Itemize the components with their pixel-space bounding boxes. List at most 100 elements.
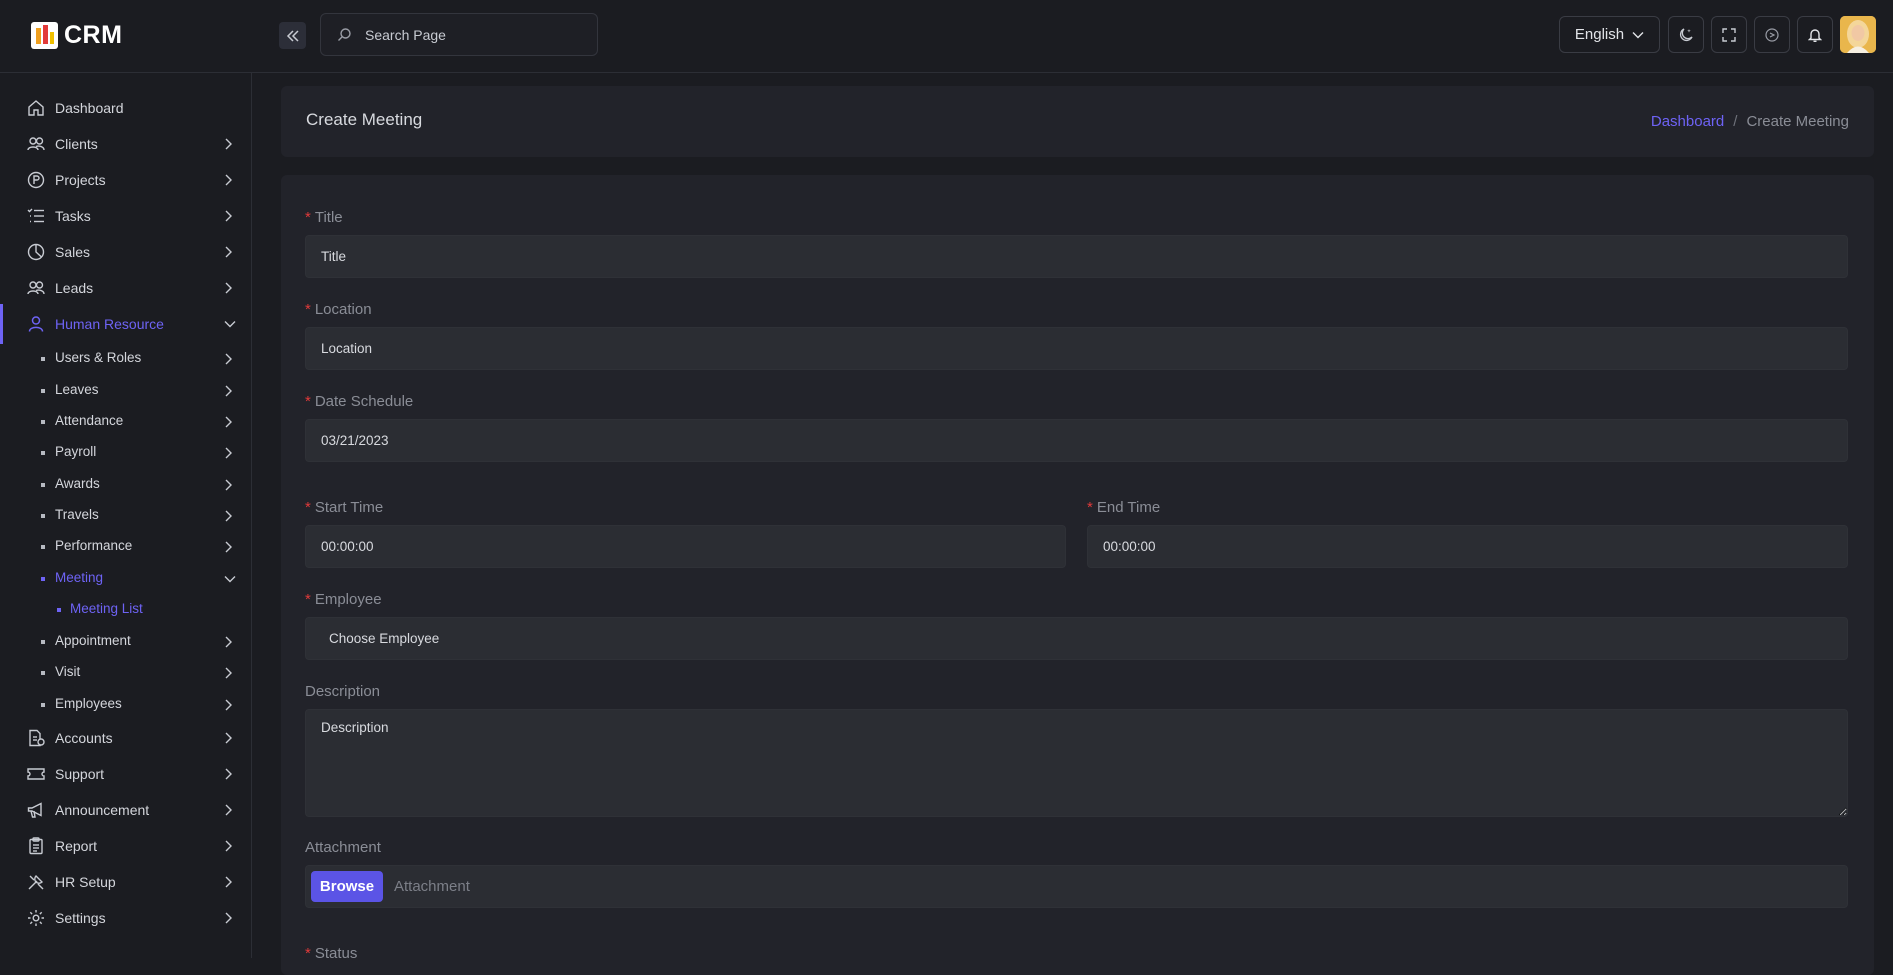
end-time-input[interactable] [1087, 525, 1848, 568]
chevron-down-icon [224, 575, 236, 583]
language-select[interactable]: English [1559, 16, 1660, 53]
date-schedule-input[interactable] [305, 419, 1848, 462]
sidebar-item-tasks[interactable]: Tasks [0, 201, 251, 231]
user-avatar[interactable] [1840, 16, 1876, 53]
description-textarea[interactable] [305, 709, 1848, 817]
sidebar-item-announcement[interactable]: Announcement [0, 795, 251, 825]
sidebar-item-accounts[interactable]: Accounts [0, 723, 251, 753]
chevron-right-icon [224, 479, 232, 491]
quick-action-button[interactable] [1754, 16, 1790, 53]
sidebar-subitem-meeting[interactable]: Meeting [0, 564, 251, 592]
chevron-right-icon [224, 912, 232, 924]
sidebar-collapse-button[interactable] [279, 22, 306, 49]
sidebar-subitem-meeting-list[interactable]: Meeting List [0, 595, 251, 623]
chevron-right-icon [224, 840, 232, 852]
sidebar-subitem-label: Performance [55, 538, 133, 553]
sidebar-item-label: Dashboard [55, 100, 124, 116]
gear-icon [27, 909, 45, 927]
bullet [41, 451, 45, 455]
description-label: Description [305, 683, 380, 700]
attachment-label: Attachment [305, 839, 381, 856]
chevron-right-icon [224, 416, 232, 428]
search-box[interactable] [320, 13, 598, 56]
attachment-file-input[interactable]: Browse Attachment [305, 865, 1848, 908]
home-icon [27, 99, 45, 117]
search-input[interactable] [365, 26, 565, 43]
sidebar-item-dashboard[interactable]: Dashboard [0, 93, 251, 123]
attachment-placeholder: Attachment [394, 878, 470, 895]
chevron-right-icon [224, 138, 232, 150]
sidebar-item-leads[interactable]: Leads [0, 273, 251, 303]
breadcrumb-home-link[interactable]: Dashboard [1651, 113, 1724, 130]
sidebar-subitem-awards[interactable]: Awards [0, 470, 251, 498]
bell-icon [1808, 28, 1822, 42]
app-logo[interactable]: CRM [31, 21, 122, 50]
breadcrumb: Dashboard / Create Meeting [1651, 113, 1849, 130]
sidebar-subitem-performance[interactable]: Performance [0, 532, 251, 560]
required-mark: * [305, 499, 311, 516]
sidebar-subitem-label: Meeting List [70, 601, 143, 616]
browse-button[interactable]: Browse [311, 871, 383, 902]
sidebar-item-human-resource[interactable]: Human Resource [0, 304, 251, 344]
sidebar-item-label: Support [55, 766, 105, 782]
sidebar-item-label: Clients [55, 136, 98, 152]
sidebar-subitem-attendance[interactable]: Attendance [0, 407, 251, 435]
sidebar-subitem-payroll[interactable]: Payroll [0, 438, 251, 466]
sidebar-subitem-label: Leaves [55, 382, 99, 397]
field-label-text: Employee [314, 591, 382, 608]
field-label-text: Status [314, 945, 358, 962]
sidebar-subitem-appointment[interactable]: Appointment [0, 627, 251, 655]
sidebar-subitem-visit[interactable]: Visit [0, 658, 251, 686]
top-header: CRM English [0, 0, 1893, 73]
bullet [41, 357, 45, 361]
sidebar-item-label: HR Setup [55, 874, 116, 890]
bullet [41, 640, 45, 644]
breadcrumb-separator: / [1733, 113, 1738, 130]
bullet [41, 483, 45, 487]
notifications-button[interactable] [1797, 16, 1833, 53]
sidebar-item-settings[interactable]: Settings [0, 903, 251, 933]
projects-icon [27, 171, 45, 189]
chevron-right-icon [224, 510, 232, 522]
sidebar-item-report[interactable]: Report [0, 831, 251, 861]
sidebar-subitem-label: Travels [55, 507, 99, 522]
theme-toggle-button[interactable] [1668, 16, 1704, 53]
sidebar-item-clients[interactable]: Clients [0, 129, 251, 159]
page-header-card: Create Meeting Dashboard / Create Meetin… [281, 86, 1874, 157]
sidebar-subitem-label: Appointment [55, 633, 131, 648]
sidebar: Dashboard Clients Projects Tasks Sales L… [0, 73, 252, 958]
sidebar-subitem-label: Meeting [55, 570, 104, 585]
chevron-right-icon [224, 174, 232, 186]
title-input[interactable] [305, 235, 1848, 278]
sidebar-subitem-leaves[interactable]: Leaves [0, 376, 251, 404]
sidebar-subitem-travels[interactable]: Travels [0, 501, 251, 529]
sidebar-item-hr-setup[interactable]: HR Setup [0, 867, 251, 897]
sidebar-item-sales[interactable]: Sales [0, 237, 251, 267]
sidebar-subitem-employees[interactable]: Employees [0, 690, 251, 718]
accounts-icon [27, 729, 45, 747]
field-label-text: Attachment [305, 839, 381, 856]
sidebar-subitem-users-roles[interactable]: Users & Roles [0, 344, 251, 372]
sidebar-item-projects[interactable]: Projects [0, 165, 251, 195]
megaphone-icon [27, 801, 45, 819]
sidebar-item-label: Report [55, 838, 98, 854]
fullscreen-button[interactable] [1711, 16, 1747, 53]
bullet [41, 389, 45, 393]
pie-chart-icon [27, 243, 45, 261]
users-icon [27, 279, 45, 297]
start-time-label: * Start Time [305, 499, 383, 516]
sidebar-subitem-label: Employees [55, 696, 122, 711]
sidebar-item-label: Accounts [55, 730, 113, 746]
start-time-input[interactable] [305, 525, 1066, 568]
employee-select[interactable]: Choose Employee [305, 617, 1848, 660]
clipboard-icon [27, 837, 45, 855]
users-icon [27, 135, 45, 153]
chevron-right-icon [224, 876, 232, 888]
sidebar-item-label: Tasks [55, 208, 91, 224]
location-input[interactable] [305, 327, 1848, 370]
field-label-text: End Time [1096, 499, 1161, 516]
location-label: * Location [305, 301, 372, 318]
bullet [57, 608, 61, 612]
field-label-text: Description [305, 683, 381, 700]
sidebar-item-support[interactable]: Support [0, 759, 251, 789]
